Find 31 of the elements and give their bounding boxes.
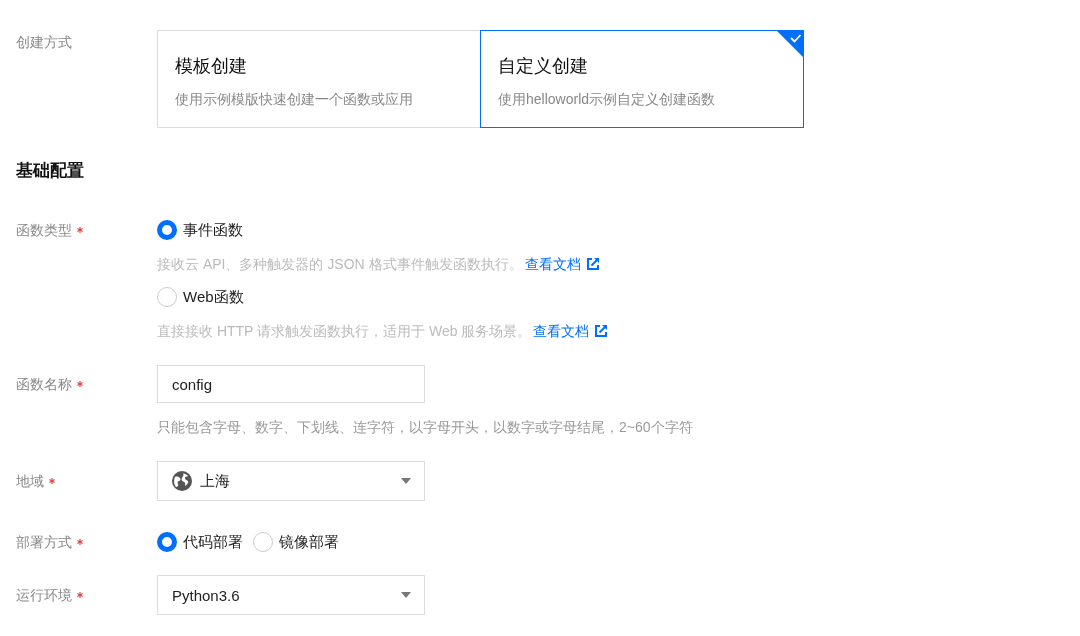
card-description: 使用示例模版快速创建一个函数或应用	[175, 90, 413, 109]
creation-option-card[interactable]: 自定义创建 使用helloworld示例自定义创建函数	[480, 30, 804, 128]
creation-option-card[interactable]: 模板创建 使用示例模版快速创建一个函数或应用	[157, 30, 481, 128]
field-label: 地域	[16, 472, 44, 491]
radio-option[interactable]: 镜像部署	[253, 532, 339, 552]
region-select[interactable]: 上海	[157, 461, 425, 501]
radio-option[interactable]: 事件函数	[157, 220, 243, 240]
field-label: 函数类型	[16, 221, 72, 240]
name-input[interactable]: config	[157, 365, 425, 403]
caret-icon	[401, 592, 411, 598]
section-heading: 基础配置	[16, 161, 84, 181]
caret-icon	[401, 478, 411, 484]
radio-option[interactable]: 代码部署	[157, 532, 243, 552]
runtime-select[interactable]: Python3.6	[157, 575, 425, 615]
radio-option[interactable]: Web函数	[157, 287, 244, 307]
docs-link[interactable]: 查看文档	[533, 321, 608, 341]
field-label: 创建方式	[16, 33, 72, 52]
field-label: 函数名称	[16, 375, 72, 394]
external-link-icon	[595, 325, 608, 337]
field-label: 部署方式	[16, 533, 72, 552]
field-label: 运行环境	[16, 586, 72, 605]
card-title: 自定义创建	[498, 55, 588, 77]
card-description: 使用helloworld示例自定义创建函数	[498, 90, 716, 109]
option-description: 接收云 API、多种触发器的 JSON 格式事件触发函数执行。查看文档	[157, 254, 599, 274]
docs-link[interactable]: 查看文档	[524, 254, 599, 274]
external-link-icon	[586, 258, 599, 270]
option-description: 直接接收 HTTP 请求触发函数执行，适用于 Web 服务场景。查看文档	[157, 321, 608, 341]
field-hint: 只能包含字母、数字、下划线、连字符，以字母开头，以数字或字母结尾，2~60个字符	[157, 418, 693, 437]
card-title: 模板创建	[175, 55, 247, 77]
corner-check-icon	[776, 30, 804, 58]
globe-icon	[172, 471, 192, 491]
